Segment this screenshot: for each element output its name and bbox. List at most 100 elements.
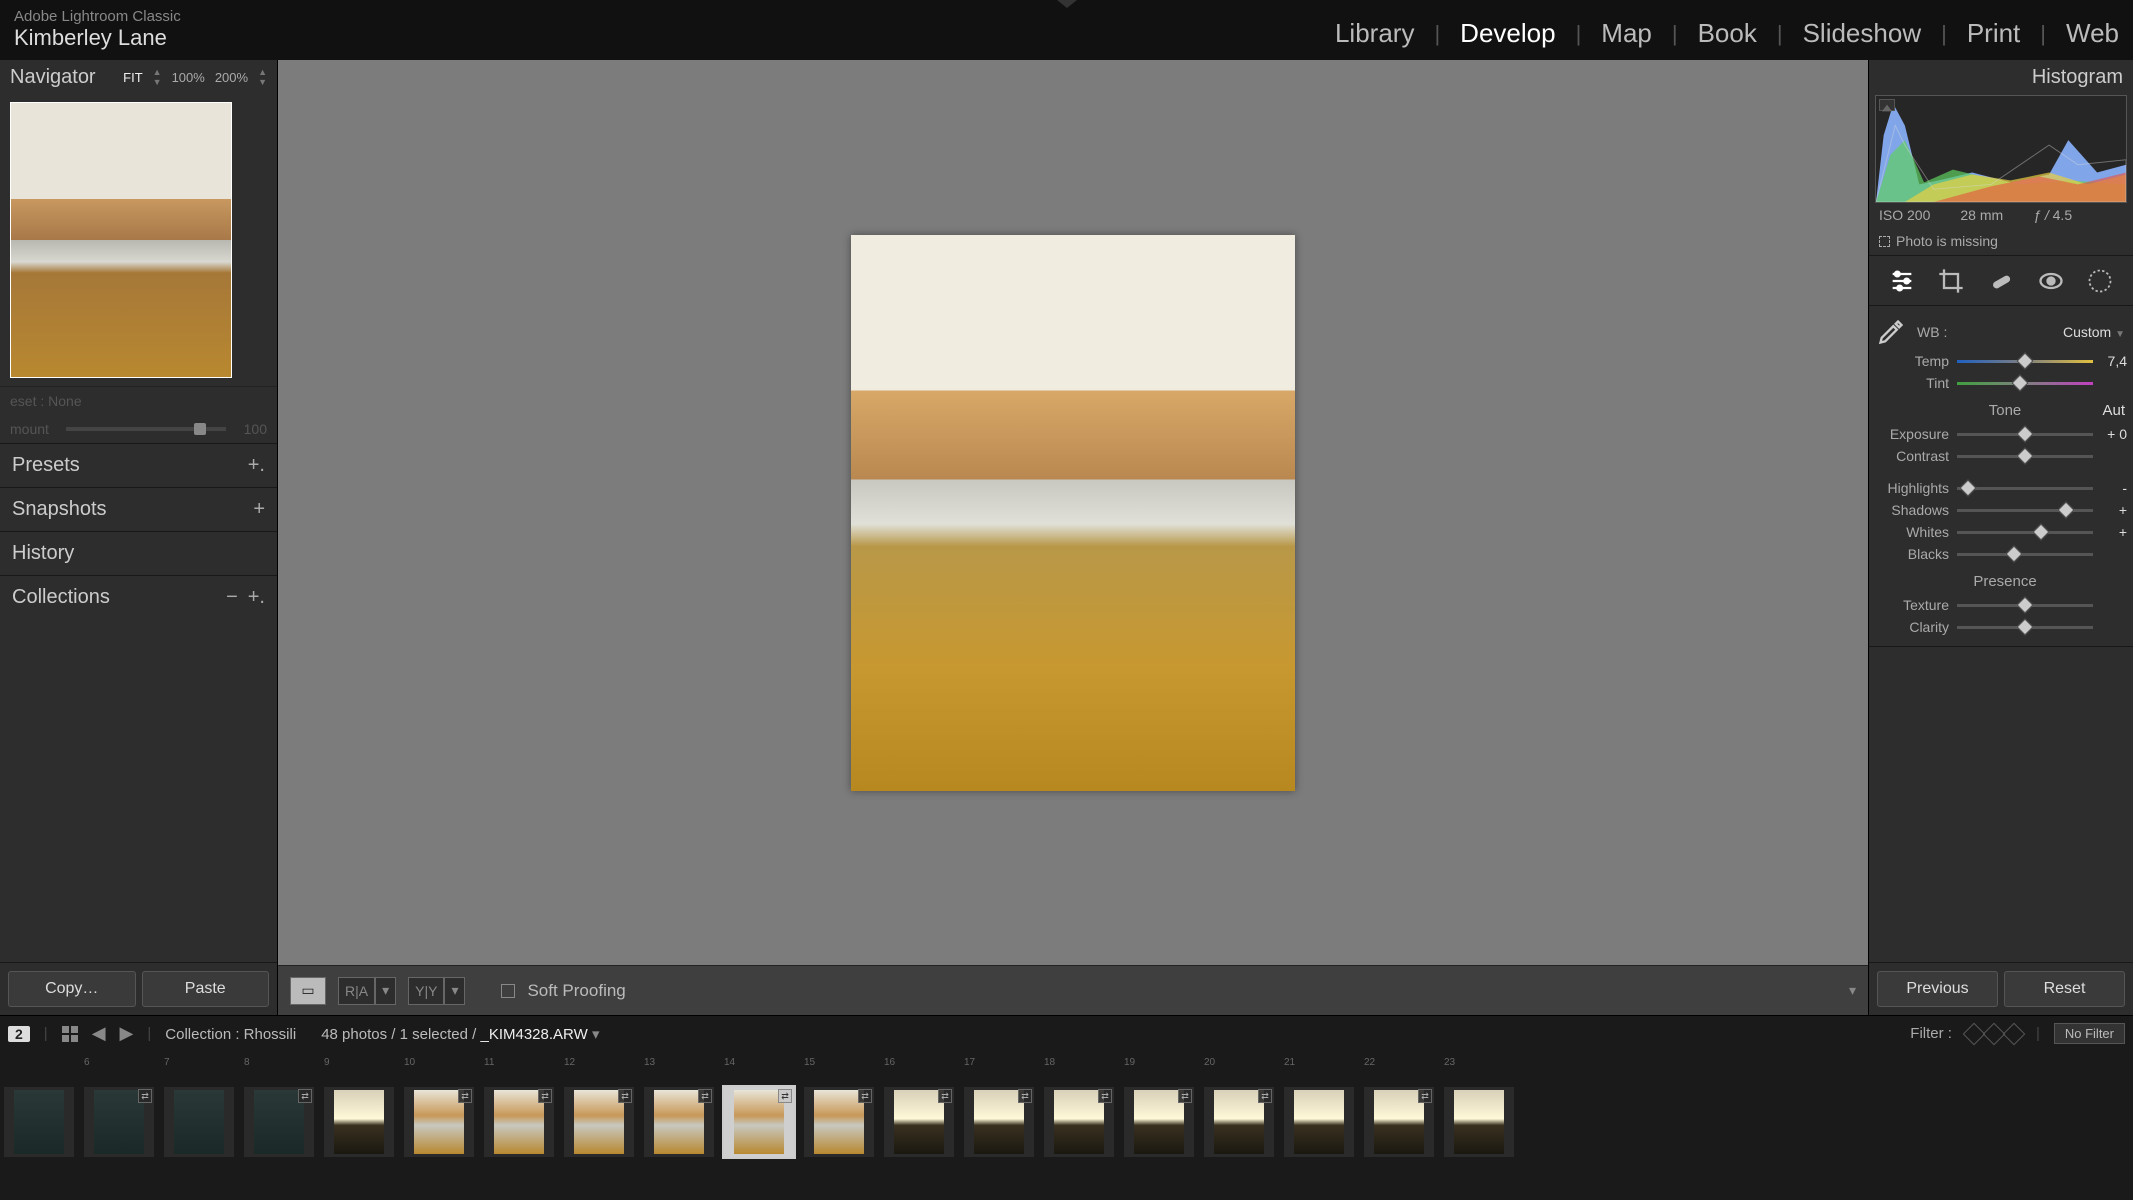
snapshots-section[interactable]: Snapshots + (0, 487, 277, 531)
module-develop[interactable]: Develop (1460, 18, 1555, 49)
filmstrip[interactable]: 6⇄78⇄910⇄11⇄12⇄13⇄14⇄15⇄16⇄17⇄18⇄19⇄20⇄2… (0, 1051, 2133, 1163)
module-web[interactable]: Web (2066, 18, 2119, 49)
grid-icon[interactable] (62, 1026, 78, 1042)
history-section[interactable]: History (0, 531, 277, 575)
filmstrip-thumb[interactable]: 17 ⇄ (964, 1057, 1034, 1157)
wb-label: WB : (1917, 324, 2063, 340)
temp-slider[interactable] (1957, 357, 2093, 365)
navigator-preview[interactable] (10, 102, 232, 378)
thumb-badge-icon: ⇄ (138, 1089, 152, 1103)
filmstrip-thumb[interactable]: 19⇄ (1124, 1057, 1194, 1157)
clarity-slider[interactable] (1957, 623, 2093, 631)
exif-aperture: 4.5 (2053, 207, 2072, 223)
soft-proofing-checkbox[interactable] (501, 984, 515, 998)
current-filename: _KIM4328.ARW (480, 1026, 587, 1043)
whites-slider[interactable] (1957, 528, 2093, 536)
filmstrip-thumb[interactable]: 20⇄ (1204, 1057, 1274, 1157)
filmstrip-thumb[interactable]: 22⇄ (1364, 1057, 1434, 1157)
contrast-slider[interactable] (1957, 452, 2093, 460)
presets-section[interactable]: Presets +. (0, 443, 277, 487)
shadows-slider[interactable] (1957, 506, 2093, 514)
wb-dropdown[interactable]: Custom ▼ (2063, 324, 2125, 340)
plus-icon[interactable]: + (253, 498, 265, 521)
module-print[interactable]: Print (1967, 18, 2020, 49)
highlights-slider[interactable] (1957, 484, 2093, 492)
zoom-fit[interactable]: FIT (123, 70, 143, 85)
thumb-image (14, 1090, 64, 1154)
module-map[interactable]: Map (1601, 18, 1652, 49)
filmstrip-thumb[interactable]: 10⇄ (404, 1057, 474, 1157)
reset-button[interactable]: Reset (2004, 971, 2125, 1007)
chevron-updown-icon[interactable]: ▲▼ (153, 67, 162, 87)
filmstrip-thumb[interactable]: 23 (1444, 1057, 1514, 1157)
filmstrip-thumb[interactable]: 9 (324, 1057, 394, 1157)
before-after-yy-button[interactable]: Y|Y (408, 977, 444, 1005)
basic-panel: WB : Custom ▼ Temp7,4 Tint Tone Aut Expo… (1869, 306, 2133, 647)
copy-button[interactable]: Copy… (8, 971, 136, 1007)
filmstrip-thumb[interactable]: 11⇄ (484, 1057, 554, 1157)
thumb-image (654, 1090, 704, 1154)
filmstrip-thumb[interactable]: 12⇄ (564, 1057, 634, 1157)
wb-dropper-icon[interactable] (1877, 318, 1905, 346)
module-library[interactable]: Library (1335, 18, 1414, 49)
filmstrip-thumb[interactable]: 7 (164, 1057, 234, 1157)
filter-flags[interactable] (1966, 1026, 2022, 1042)
before-after-menu[interactable]: ▾ (375, 977, 396, 1005)
filmstrip-thumb[interactable]: 15⇄ (804, 1057, 874, 1157)
filename-menu-icon[interactable]: ▾ (592, 1026, 600, 1043)
plus-icon[interactable]: +. (248, 454, 265, 477)
nav-back-icon[interactable]: ◀ (92, 1023, 106, 1044)
thumb-index: 17 (964, 1057, 1034, 1068)
filmstrip-thumb[interactable]: 14⇄ (724, 1057, 794, 1157)
zoom-200[interactable]: 200% (215, 70, 248, 85)
toolbar-menu-icon[interactable]: ▾ (1849, 982, 1856, 999)
thumb-badge-icon: ⇄ (298, 1089, 312, 1103)
before-after-ra-button[interactable]: R|A (338, 977, 375, 1005)
collections-section[interactable]: Collections −+. (0, 575, 277, 619)
module-slideshow[interactable]: Slideshow (1803, 18, 1922, 49)
loupe-view-button[interactable]: ▭ (290, 977, 326, 1005)
zoom-100[interactable]: 100% (172, 70, 205, 85)
tint-slider[interactable] (1957, 379, 2093, 387)
panel-notch-icon[interactable] (1057, 0, 1077, 8)
shadow-clipping-icon[interactable] (1879, 99, 1895, 111)
paste-button[interactable]: Paste (142, 971, 270, 1007)
flag-reject-icon[interactable] (2003, 1022, 2026, 1045)
blacks-slider[interactable] (1957, 550, 2093, 558)
filmstrip-thumb[interactable]: 6⇄ (84, 1057, 154, 1157)
thumb-badge-icon: ⇄ (1018, 1089, 1032, 1103)
auto-tone-button[interactable]: Aut (2102, 402, 2125, 419)
before-after-yy-menu[interactable]: ▾ (444, 977, 465, 1005)
main-photo[interactable] (851, 235, 1295, 791)
filter-preset-dropdown[interactable]: No Filter (2054, 1023, 2125, 1044)
texture-slider[interactable] (1957, 601, 2093, 609)
redeye-icon[interactable] (2037, 267, 2065, 295)
nav-forward-icon[interactable]: ▶ (120, 1023, 134, 1044)
healing-icon[interactable] (1987, 267, 2015, 295)
navigator-header[interactable]: Navigator FIT ▲▼ 100% 200% ▲▼ (0, 60, 277, 94)
minus-icon[interactable]: − (226, 586, 238, 609)
filmstrip-thumb[interactable]: 18⇄ (1044, 1057, 1114, 1157)
plus-icon[interactable]: +. (248, 586, 265, 609)
amount-slider[interactable] (66, 427, 226, 431)
filmstrip-thumb[interactable] (4, 1057, 74, 1157)
filmstrip-thumb[interactable]: 8⇄ (244, 1057, 314, 1157)
thumb-badge-icon: ⇄ (538, 1089, 552, 1103)
second-window-badge[interactable]: 2 (8, 1026, 30, 1042)
section-label: Snapshots (12, 498, 107, 521)
collection-path[interactable]: Collection : Rhossili (165, 1026, 296, 1043)
previous-button[interactable]: Previous (1877, 971, 1998, 1007)
section-label: Presets (12, 454, 80, 477)
module-book[interactable]: Book (1698, 18, 1757, 49)
chevron-updown-icon[interactable]: ▲▼ (258, 67, 267, 87)
histogram[interactable] (1875, 95, 2127, 203)
edit-sliders-icon[interactable] (1888, 267, 1916, 295)
masking-icon[interactable] (2086, 267, 2114, 295)
filmstrip-thumb[interactable]: 13⇄ (644, 1057, 714, 1157)
exposure-slider[interactable] (1957, 430, 2093, 438)
histogram-title[interactable]: Histogram (1869, 60, 2133, 95)
filmstrip-thumb[interactable]: 16⇄ (884, 1057, 954, 1157)
crop-icon[interactable] (1937, 267, 1965, 295)
tint-label: Tint (1877, 375, 1949, 391)
filmstrip-thumb[interactable]: 21 (1284, 1057, 1354, 1157)
